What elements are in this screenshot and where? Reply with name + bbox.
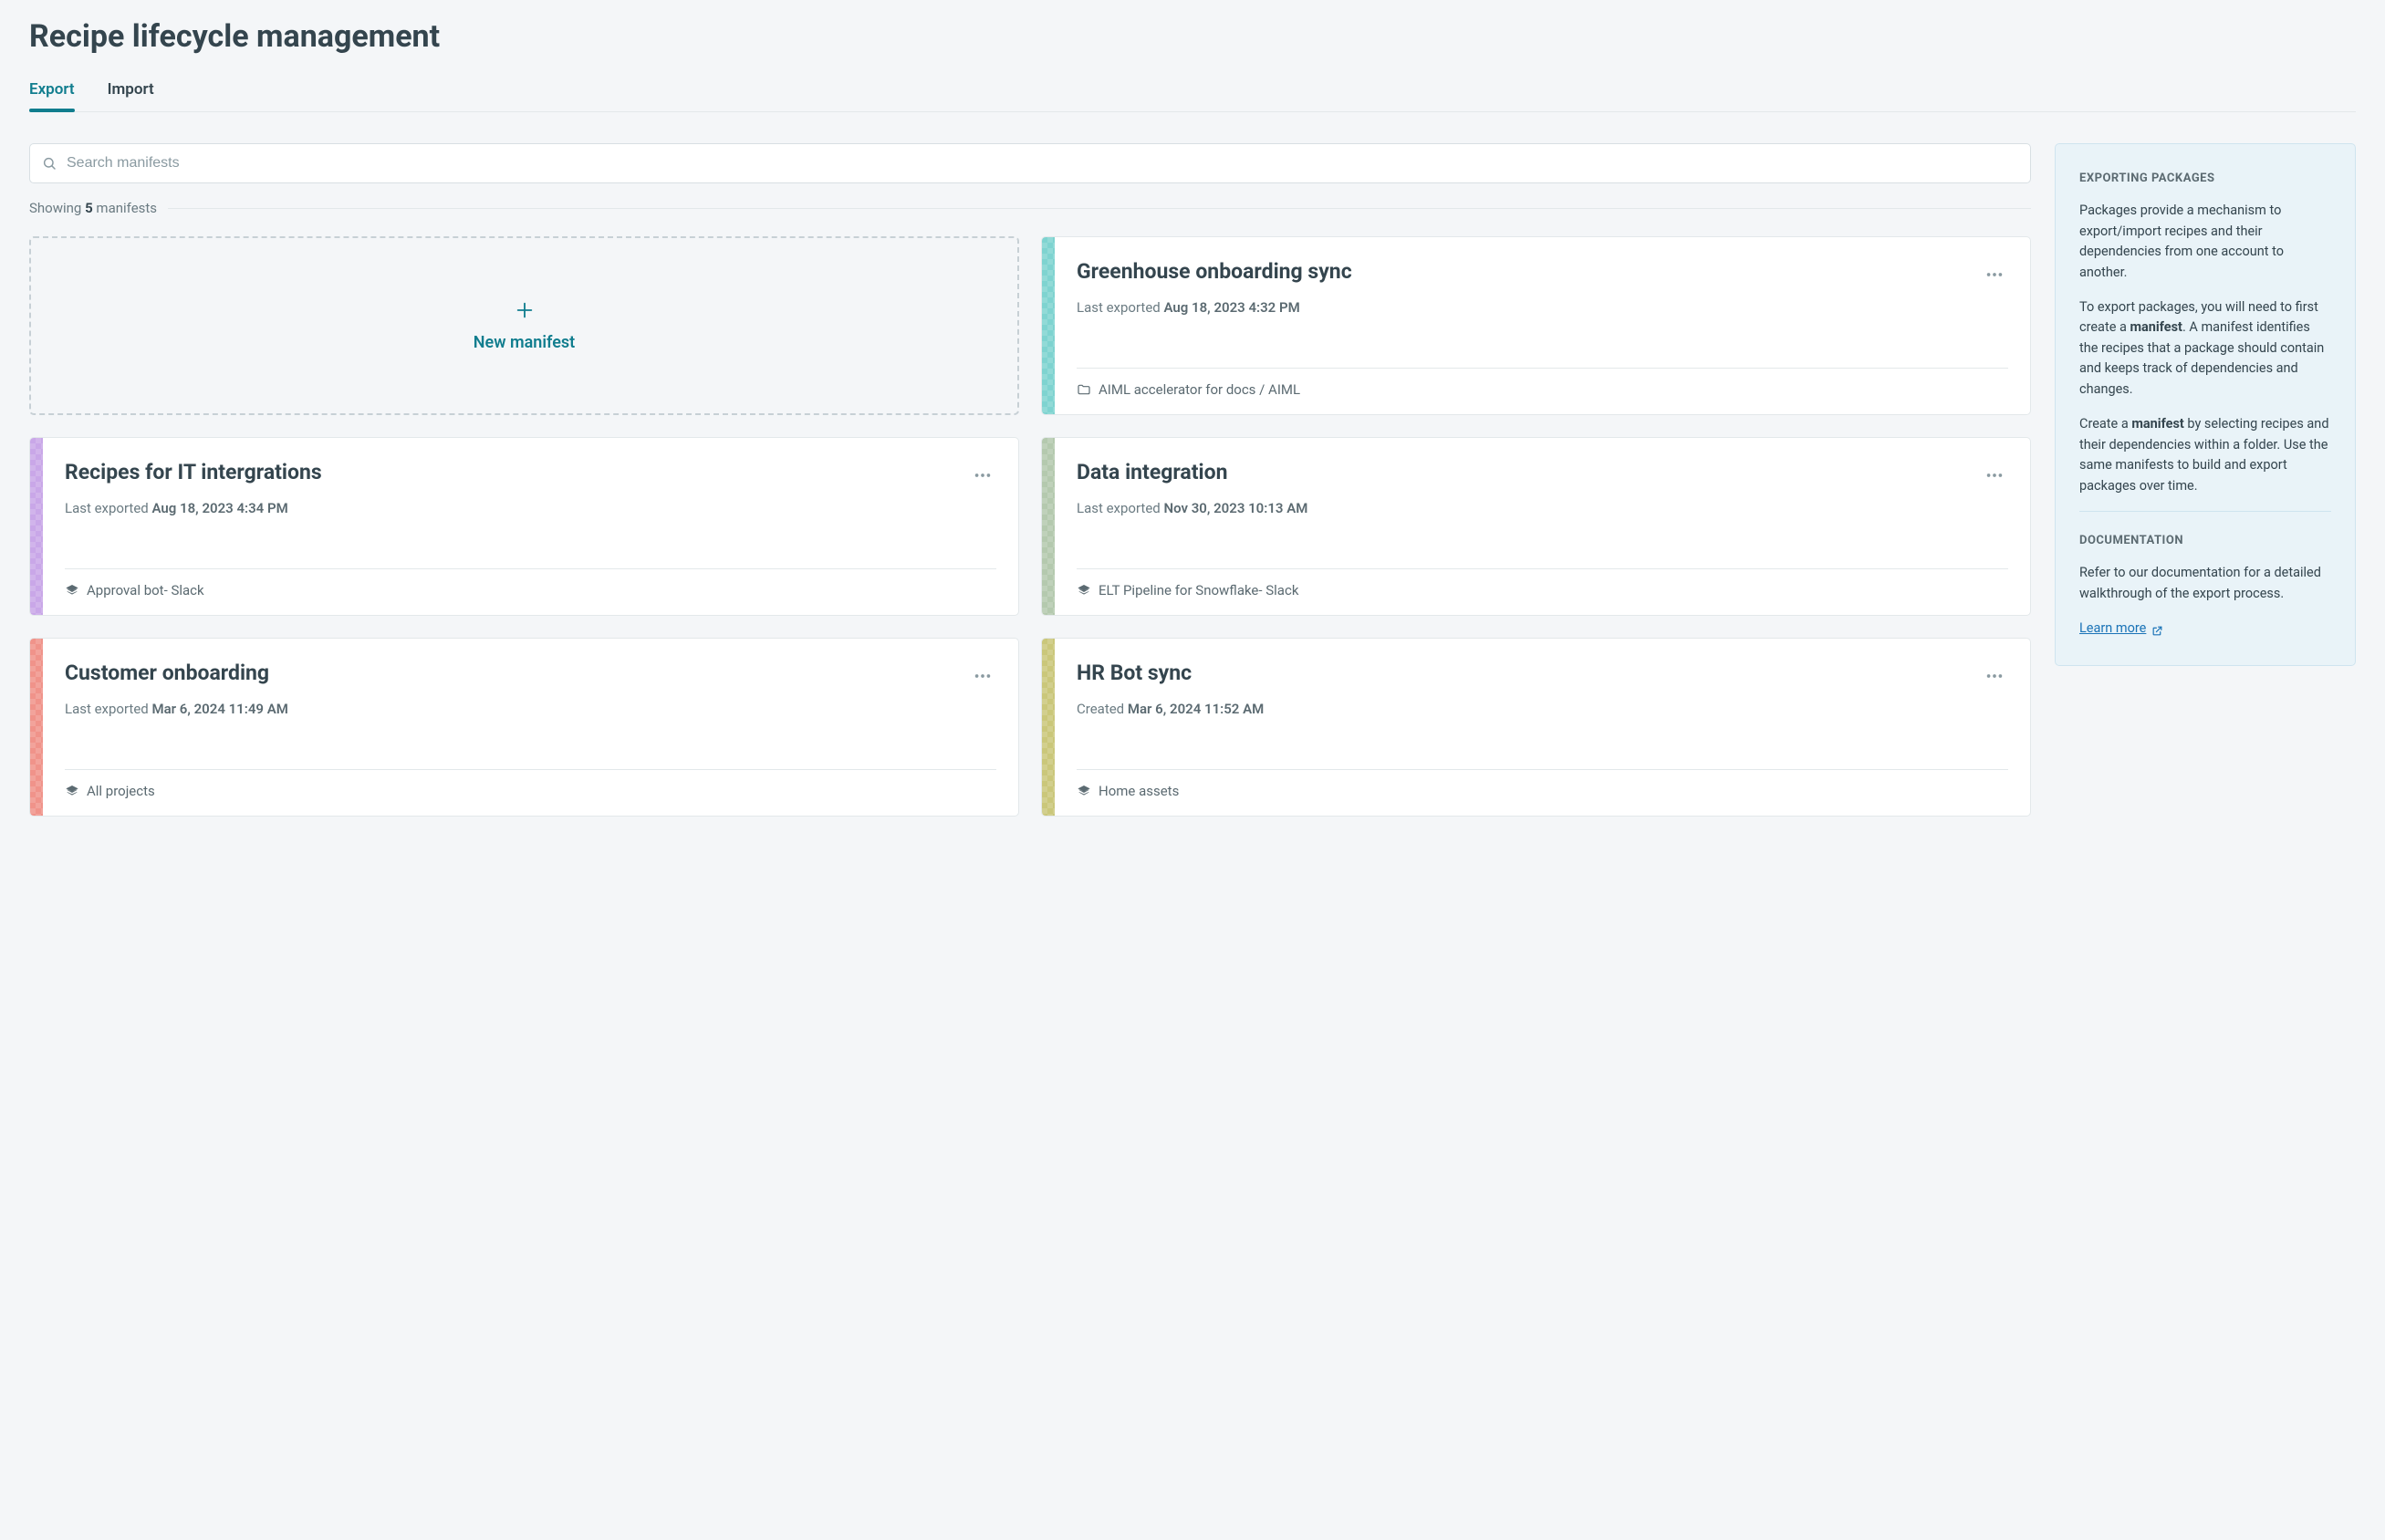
card-sub-label: Last exported	[1077, 500, 1163, 516]
more-icon[interactable]	[1981, 662, 2008, 693]
card-stripe	[1042, 438, 1055, 615]
search-icon	[42, 156, 57, 171]
new-manifest-label: New manifest	[474, 333, 575, 352]
more-icon[interactable]	[1981, 261, 2008, 292]
card-sub-label: Created	[1077, 701, 1128, 717]
card-sub-value: Aug 18, 2023 4:34 PM	[151, 500, 287, 516]
card-title: Customer onboarding	[65, 661, 269, 687]
showing-prefix: Showing	[29, 200, 85, 216]
showing-count: Showing 5 manifests	[29, 200, 2031, 216]
card-sub-label: Last exported	[1077, 299, 1163, 316]
info-paragraph: To export packages, you will need to fir…	[2079, 297, 2331, 400]
folder-icon	[1077, 382, 1091, 397]
card-sub-value: Nov 30, 2023 10:13 AM	[1163, 500, 1307, 516]
showing-suffix: manifests	[93, 200, 157, 216]
manifest-card[interactable]: Greenhouse onboarding sync Last exported…	[1041, 236, 2031, 415]
search-wrap	[29, 143, 2031, 183]
card-stripe	[1042, 639, 1055, 816]
card-footer-text: Approval bot- Slack	[87, 582, 204, 598]
manifest-card[interactable]: Recipes for IT intergrations Last export…	[29, 437, 1019, 616]
plus-icon	[515, 300, 535, 320]
card-sub-value: Mar 6, 2024 11:52 AM	[1128, 701, 1264, 717]
card-title: Recipes for IT intergrations	[65, 460, 322, 486]
card-footer-text: AIML accelerator for docs / AIML	[1099, 381, 1300, 398]
info-paragraph: Create a manifest by selecting recipes a…	[2079, 414, 2331, 496]
card-footer-text: All projects	[87, 783, 155, 799]
tab-export[interactable]: Export	[29, 80, 75, 111]
tabs: Export Import	[29, 80, 2356, 112]
manifest-card[interactable]: Customer onboarding Last exported Mar 6,…	[29, 638, 1019, 817]
stack-icon	[1077, 583, 1091, 598]
showing-count-value: 5	[85, 200, 93, 216]
info-heading-documentation: DOCUMENTATION	[2079, 532, 2331, 550]
stack-icon	[65, 583, 79, 598]
stack-icon	[1077, 784, 1091, 798]
info-panel: EXPORTING PACKAGES Packages provide a me…	[2055, 143, 2356, 666]
more-icon[interactable]	[969, 462, 996, 493]
card-title: HR Bot sync	[1077, 661, 1192, 687]
card-sub-value: Mar 6, 2024 11:49 AM	[151, 701, 287, 717]
info-paragraph: Refer to our documentation for a detaile…	[2079, 563, 2331, 604]
more-icon[interactable]	[969, 662, 996, 693]
external-link-icon	[2151, 623, 2163, 635]
info-heading-exporting: EXPORTING PACKAGES	[2079, 170, 2331, 188]
card-sub-value: Aug 18, 2023 4:32 PM	[1163, 299, 1299, 316]
card-sub-label: Last exported	[65, 500, 151, 516]
card-footer-text: ELT Pipeline for Snowflake- Slack	[1099, 582, 1298, 598]
new-manifest-button[interactable]: New manifest	[29, 236, 1019, 415]
more-icon[interactable]	[1981, 462, 2008, 493]
card-sub-label: Last exported	[65, 701, 151, 717]
manifest-card[interactable]: HR Bot sync Created Mar 6, 2024 11:52 AM	[1041, 638, 2031, 817]
stack-icon	[65, 784, 79, 798]
card-footer-text: Home assets	[1099, 783, 1179, 799]
learn-more-link[interactable]: Learn more	[2079, 619, 2163, 639]
card-stripe	[30, 639, 43, 816]
card-title: Greenhouse onboarding sync	[1077, 259, 1352, 286]
search-input[interactable]	[29, 143, 2031, 183]
card-stripe	[1042, 237, 1055, 414]
info-paragraph: Packages provide a mechanism to export/i…	[2079, 201, 2331, 283]
manifest-card[interactable]: Data integration Last exported Nov 30, 2…	[1041, 437, 2031, 616]
card-stripe	[30, 438, 43, 615]
tab-import[interactable]: Import	[108, 80, 154, 111]
page-title: Recipe lifecycle management	[29, 18, 2356, 55]
card-title: Data integration	[1077, 460, 1228, 486]
